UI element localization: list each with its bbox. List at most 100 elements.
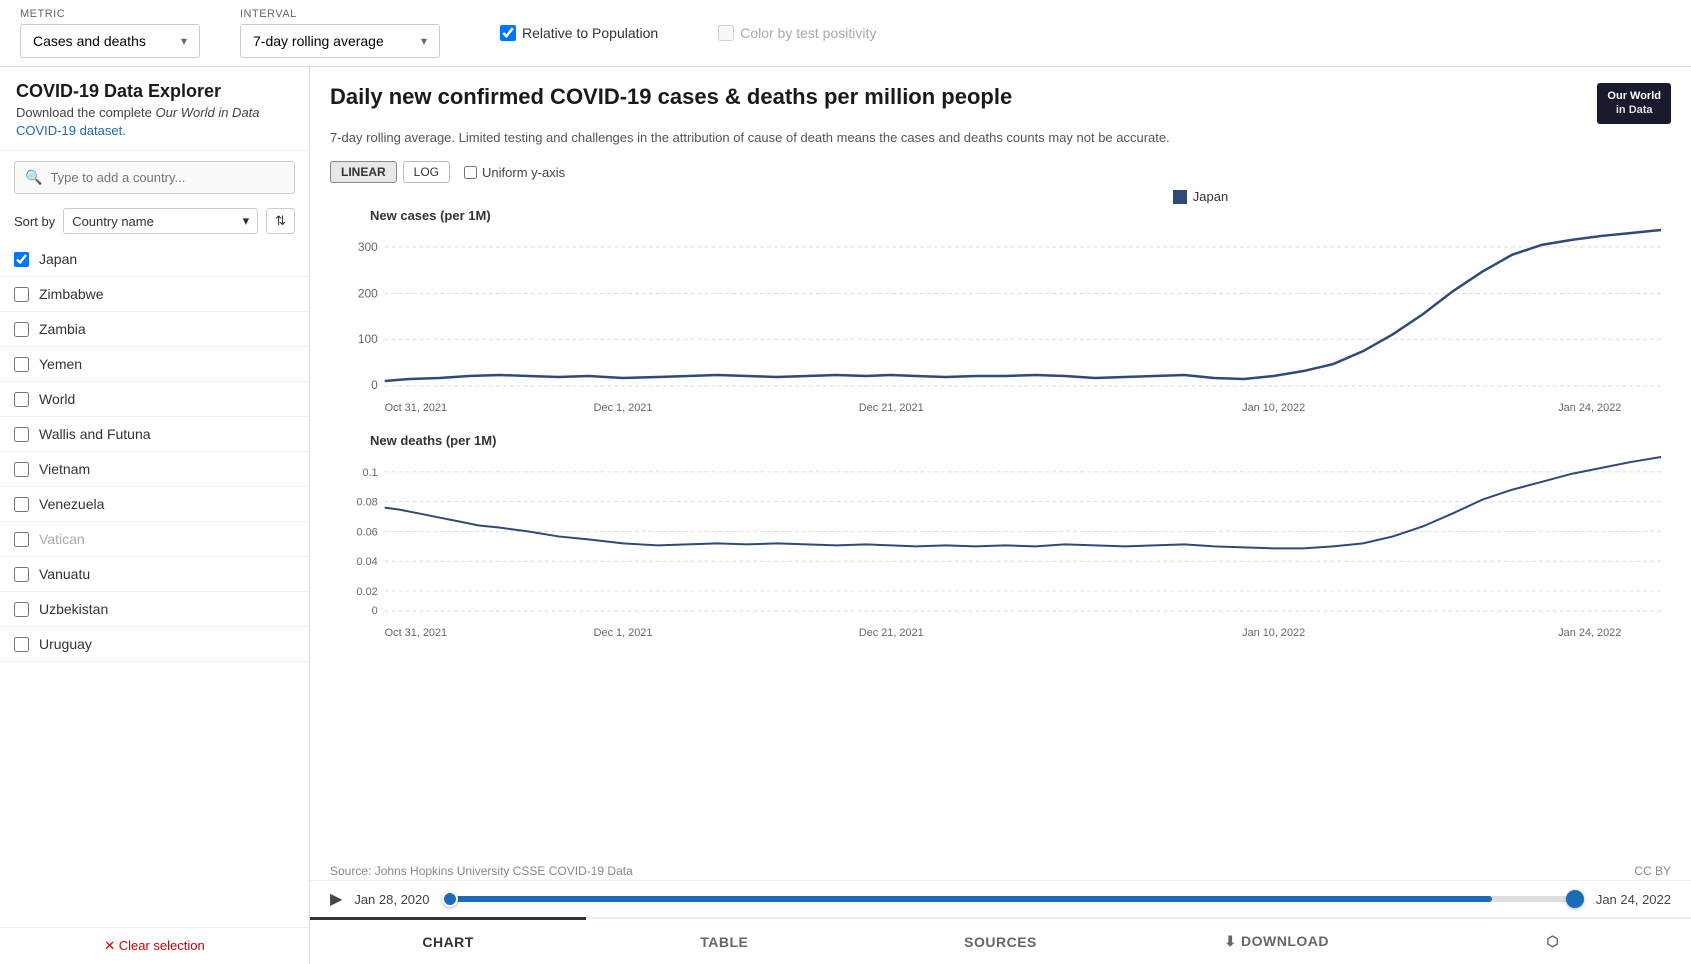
country-item[interactable]: Vanuatu	[0, 557, 309, 592]
svg-text:Dec 21, 2021: Dec 21, 2021	[859, 627, 924, 639]
sort-label: Sort by	[14, 214, 55, 229]
sort-dropdown[interactable]: Country name ▾	[63, 208, 258, 234]
svg-text:0.08: 0.08	[356, 496, 377, 508]
chart-subtitle: 7-day rolling average. Limited testing a…	[330, 128, 1671, 148]
linear-button[interactable]: LINEAR	[330, 161, 397, 183]
country-item[interactable]: Japan	[0, 242, 309, 277]
log-button[interactable]: LOG	[403, 161, 450, 183]
country-checkbox[interactable]	[14, 252, 29, 267]
sort-row: Sort by Country name ▾ ⇅	[0, 204, 309, 242]
search-icon: 🔍	[25, 169, 42, 186]
tab-[interactable]: ⬡	[1415, 919, 1691, 964]
country-item[interactable]: Vietnam	[0, 452, 309, 487]
search-box[interactable]: 🔍	[14, 161, 295, 194]
uniform-yaxis-option[interactable]: Uniform y-axis	[464, 165, 565, 180]
cases-chart: 300 200 100 0 Oct 31, 2021 Dec 1, 2021 D…	[330, 227, 1671, 426]
sort-toggle-button[interactable]: ⇅	[266, 208, 295, 234]
svg-text:Jan 10, 2022: Jan 10, 2022	[1242, 402, 1305, 414]
tab-chart[interactable]: CHART	[310, 917, 586, 964]
country-checkbox[interactable]	[14, 357, 29, 372]
svg-text:Oct 31, 2021: Oct 31, 2021	[385, 402, 447, 414]
timeline-fill	[442, 896, 1493, 902]
svg-text:Oct 31, 2021: Oct 31, 2021	[385, 627, 447, 639]
svg-text:300: 300	[358, 240, 378, 254]
timeline-bar: ▶ Jan 28, 2020 Jan 24, 2022	[310, 880, 1691, 917]
cases-chart-panel: New cases (per 1M) 300 200 100 0 Oct 31,…	[330, 208, 1671, 429]
color-positivity-option[interactable]: Color by test positivity	[718, 25, 876, 41]
search-input[interactable]	[50, 170, 284, 185]
interval-dropdown[interactable]: 7-day rolling average ▾	[240, 24, 440, 58]
tab-download[interactable]: ⬇ DOWNLOAD	[1139, 919, 1415, 964]
metric-label: METRIC	[20, 8, 200, 20]
app-title: COVID-19 Data Explorer	[16, 81, 293, 102]
chart-area: Daily new confirmed COVID-19 cases & dea…	[310, 67, 1691, 964]
country-name: Vietnam	[39, 461, 90, 477]
country-checkbox[interactable]	[14, 637, 29, 652]
deaths-chart: 0.1 0.08 0.06 0.04 0.02 0 Oct 31, 2021 D…	[330, 452, 1671, 651]
timeline-handle-end[interactable]	[1566, 890, 1584, 908]
timeline-start-date: Jan 28, 2020	[354, 892, 429, 907]
tab-sources[interactable]: SOURCES	[862, 919, 1138, 964]
owid-logo: Our World in Data	[1597, 83, 1671, 124]
country-checkbox[interactable]	[14, 532, 29, 547]
country-item[interactable]: Wallis and Futuna	[0, 417, 309, 452]
metric-chevron-icon: ▾	[181, 34, 187, 48]
country-item[interactable]: Uzbekistan	[0, 592, 309, 627]
chart-title: Daily new confirmed COVID-19 cases & dea…	[330, 83, 1581, 112]
timeline-track[interactable]	[442, 896, 1584, 902]
bottom-tabs: CHARTTABLESOURCES⬇ DOWNLOAD⬡	[310, 917, 1691, 964]
cases-y-label: New cases (per 1M)	[370, 208, 1671, 223]
country-checkbox[interactable]	[14, 602, 29, 617]
owid-logo-line2: in Data	[1607, 103, 1661, 117]
country-checkbox[interactable]	[14, 392, 29, 407]
subtitle-link[interactable]: COVID-19 dataset.	[16, 123, 126, 138]
tab-table[interactable]: TABLE	[586, 919, 862, 964]
clear-selection-button[interactable]: ✕ Clear selection	[0, 927, 309, 964]
svg-text:0.1: 0.1	[363, 467, 378, 479]
svg-text:100: 100	[358, 332, 378, 346]
country-name: Yemen	[39, 356, 82, 372]
country-item[interactable]: Zambia	[0, 312, 309, 347]
chart-controls: LINEAR LOG Uniform y-axis	[310, 155, 1691, 189]
relative-population-checkbox[interactable]	[500, 25, 516, 41]
country-item[interactable]: World	[0, 382, 309, 417]
color-positivity-label: Color by test positivity	[740, 25, 876, 41]
charts-container: New cases (per 1M) 300 200 100 0 Oct 31,…	[310, 208, 1691, 862]
country-checkbox[interactable]	[14, 567, 29, 582]
country-checkbox[interactable]	[14, 497, 29, 512]
country-checkbox[interactable]	[14, 427, 29, 442]
country-item[interactable]: Yemen	[0, 347, 309, 382]
color-positivity-checkbox[interactable]	[718, 25, 734, 41]
country-checkbox[interactable]	[14, 462, 29, 477]
svg-text:0.02: 0.02	[356, 586, 377, 598]
top-bar: METRIC Cases and deaths ▾ INTERVAL 7-day…	[0, 0, 1691, 67]
country-checkbox[interactable]	[14, 287, 29, 302]
chart-header: Daily new confirmed COVID-19 cases & dea…	[310, 67, 1691, 155]
app-subtitle: Download the complete Our World in Data …	[16, 104, 293, 140]
uniform-yaxis-checkbox[interactable]	[464, 166, 477, 179]
timeline-end-date: Jan 24, 2022	[1596, 892, 1671, 907]
owid-logo-line1: Our World	[1607, 89, 1661, 103]
relative-population-label: Relative to Population	[522, 25, 658, 41]
country-item[interactable]: Zimbabwe	[0, 277, 309, 312]
country-checkbox[interactable]	[14, 322, 29, 337]
svg-text:Dec 1, 2021: Dec 1, 2021	[594, 627, 653, 639]
cc-text: CC BY	[1634, 864, 1671, 878]
deaths-y-label: New deaths (per 1M)	[370, 433, 1671, 448]
country-name: World	[39, 391, 75, 407]
timeline-handle-start[interactable]	[442, 891, 458, 907]
relative-population-option[interactable]: Relative to Population	[500, 25, 658, 41]
deaths-chart-panel: New deaths (per 1M) 0.1 0.08 0.06 0.04 0…	[330, 433, 1671, 654]
country-item[interactable]: Vatican	[0, 522, 309, 557]
uniform-yaxis-label: Uniform y-axis	[482, 165, 565, 180]
metric-dropdown[interactable]: Cases and deaths ▾	[20, 24, 200, 58]
country-item[interactable]: Uruguay	[0, 627, 309, 662]
country-name: Venezuela	[39, 496, 104, 512]
subtitle-text: Download the complete	[16, 105, 155, 120]
legend-label: Japan	[1193, 189, 1228, 204]
sidebar: COVID-19 Data Explorer Download the comp…	[0, 67, 310, 964]
legend-color-box	[1173, 190, 1187, 204]
country-name: Japan	[39, 251, 77, 267]
play-button[interactable]: ▶	[330, 889, 342, 909]
country-item[interactable]: Venezuela	[0, 487, 309, 522]
